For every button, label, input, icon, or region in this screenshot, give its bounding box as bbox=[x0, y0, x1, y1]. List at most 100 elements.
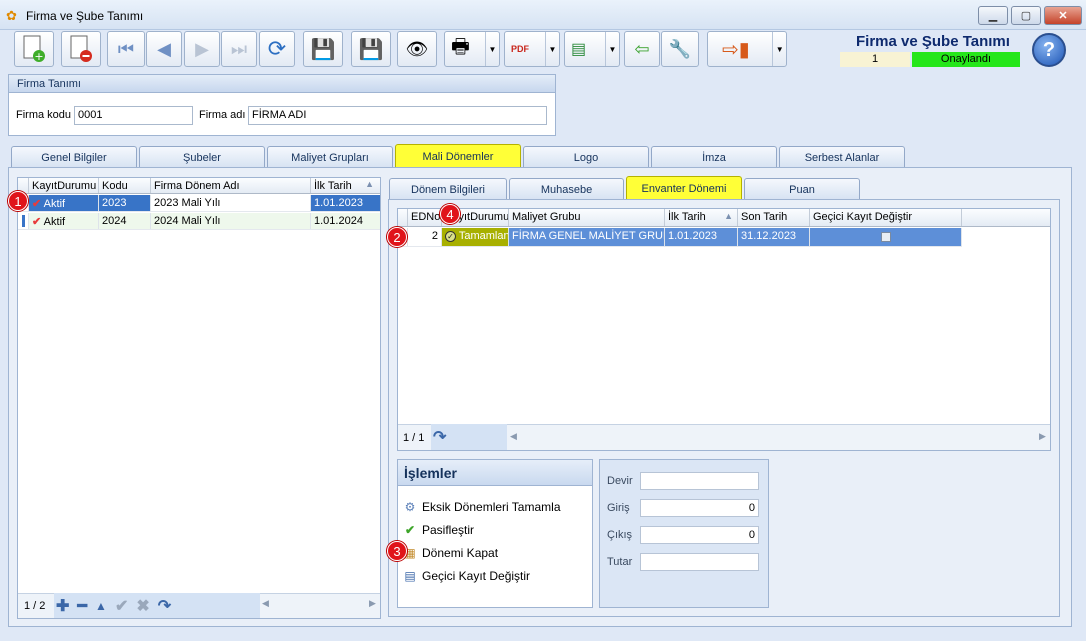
cell-text: Aktif bbox=[43, 198, 66, 210]
col-maliyet-grubu[interactable]: Maliyet Grubu bbox=[509, 209, 665, 226]
last-record-button[interactable]: ⏭ bbox=[221, 31, 257, 67]
tab-imza[interactable]: İmza bbox=[651, 146, 777, 168]
first-record-button[interactable]: ⏮ bbox=[107, 31, 145, 67]
exit-button[interactable]: ⇨▮ ▼ bbox=[707, 31, 787, 67]
chevron-down-icon[interactable]: ▼ bbox=[545, 32, 559, 66]
col-ilk-tarih-label: İlk Tarih bbox=[668, 211, 706, 223]
tutar-field[interactable] bbox=[640, 553, 759, 571]
firma-kodu-field[interactable]: 0001 bbox=[74, 106, 193, 125]
annotation-badge: 2 bbox=[387, 227, 407, 247]
eksik-donemleri-tamamla-action[interactable]: ⚙ Eksik Dönemleri Tamamla bbox=[403, 500, 561, 514]
firma-adi-field[interactable]: FİRMA ADI bbox=[248, 106, 547, 125]
indicator-column bbox=[398, 209, 408, 226]
add-row-icon[interactable]: ✚ bbox=[56, 596, 69, 616]
left-pager: 1 / 2 bbox=[24, 600, 46, 612]
col-kodu[interactable]: Kodu bbox=[99, 178, 151, 193]
printer-icon: 🖶 bbox=[451, 36, 470, 58]
chevron-down-icon[interactable]: ▼ bbox=[605, 32, 619, 66]
tab-mali-donemler[interactable]: Mali Dönemler bbox=[395, 144, 521, 168]
col-edno[interactable]: EDNo bbox=[408, 209, 442, 226]
export-excel-button[interactable]: ▤ ▼ bbox=[564, 31, 620, 67]
form-title: Firma ve Şube Tanımı bbox=[856, 33, 1010, 50]
confirm-icon[interactable]: ✔ bbox=[115, 596, 128, 616]
col-ilk-tarih[interactable]: İlk Tarih ▲ bbox=[665, 209, 738, 226]
subtab-muhasebe[interactable]: Muhasebe bbox=[509, 178, 624, 200]
tab-genel-bilgiler[interactable]: Genel Bilgiler bbox=[11, 146, 137, 168]
eye-icon: 👁 bbox=[405, 38, 429, 59]
import-button[interactable]: ⇦ bbox=[624, 31, 660, 67]
subtab-donem-bilgileri[interactable]: Dönem Bilgileri bbox=[389, 178, 507, 200]
tab-logo[interactable]: Logo bbox=[523, 146, 649, 168]
redo-icon: ↷ bbox=[433, 429, 447, 446]
complete-periods-icon: ⚙ bbox=[404, 500, 416, 514]
islemler-title: İşlemler bbox=[398, 460, 592, 486]
col-gecici-kayit[interactable]: Geçici Kayıt Değiştir bbox=[810, 209, 962, 226]
refresh-button[interactable]: ⟳ bbox=[259, 31, 295, 67]
cancel-edit-icon[interactable]: ✖ bbox=[136, 596, 149, 616]
scroll-right-icon[interactable]: ▶ bbox=[369, 598, 376, 609]
firma-kodu-label: Firma kodu bbox=[16, 109, 72, 121]
giris-field[interactable]: 0 bbox=[640, 499, 759, 517]
redo-icon[interactable]: ↷ bbox=[158, 596, 171, 616]
butterfly-app-icon: ✿ bbox=[6, 8, 17, 23]
chevron-down-icon[interactable]: ▼ bbox=[772, 32, 786, 66]
action-label: Geçici Kayıt Değiştir bbox=[422, 569, 531, 583]
devir-field[interactable] bbox=[640, 472, 759, 490]
col-firma-donem-adi[interactable]: Firma Dönem Adı bbox=[151, 178, 311, 193]
print-button[interactable]: 🖶 ▼ bbox=[444, 31, 500, 67]
maximize-button[interactable]: ▢ bbox=[1011, 6, 1041, 25]
exit-door-icon: ⇨▮ bbox=[722, 38, 750, 61]
import-arrow-icon: ⇦ bbox=[634, 38, 650, 59]
preview-button[interactable]: 👁 bbox=[397, 31, 437, 67]
table-cell: 1.01.2023 bbox=[665, 228, 738, 246]
subtab-puan[interactable]: Puan bbox=[744, 178, 860, 200]
firma-adi-label: Firma adı bbox=[199, 109, 246, 121]
export-pdf-button[interactable]: PDF ▼ bbox=[504, 31, 560, 67]
donemi-kapat-action[interactable]: ▦ Dönemi Kapat bbox=[403, 546, 498, 560]
save-button[interactable]: 💾 bbox=[303, 31, 343, 67]
tools-button[interactable]: 🔧 bbox=[661, 31, 699, 67]
firma-group: Firma Tanımı bbox=[8, 74, 556, 136]
record-number: 1 bbox=[840, 52, 910, 67]
new-record-button[interactable]: + bbox=[14, 31, 54, 67]
table-row[interactable]: 2 ✓ Tamamlan FİRMA GENEL MALİYET GRUBU 1… bbox=[398, 228, 962, 247]
table-row[interactable]: ✔ Aktif 2024 2024 Mali Yılı 1.01.2024 bbox=[18, 213, 380, 230]
help-button[interactable]: ? bbox=[1032, 33, 1066, 67]
checkbox-icon[interactable] bbox=[880, 232, 891, 242]
chevron-down-icon[interactable]: ▼ bbox=[485, 32, 499, 66]
next-record-button[interactable]: ▶ bbox=[184, 31, 220, 67]
move-up-icon[interactable]: ▲ bbox=[95, 599, 107, 613]
sort-ascending-icon: ▲ bbox=[724, 211, 733, 221]
previous-record-button[interactable]: ◀ bbox=[146, 31, 182, 67]
scroll-right-icon[interactable]: ▶ bbox=[1039, 431, 1046, 442]
table-row[interactable]: ✔ Aktif 2023 2023 Mali Yılı 1.01.2023 bbox=[18, 195, 380, 212]
close-button[interactable]: ✕ bbox=[1044, 6, 1082, 25]
excel-export-icon: ▤ bbox=[571, 41, 587, 58]
subtab-envanter-donemi[interactable]: Envanter Dönemi bbox=[626, 176, 742, 200]
annotation-badge: 4 bbox=[440, 204, 460, 224]
table-cell bbox=[810, 228, 962, 246]
table-cell: 31.12.2023 bbox=[738, 228, 810, 246]
first-icon: ⏮ bbox=[117, 38, 135, 59]
minimize-button[interactable]: ▁ bbox=[978, 6, 1008, 25]
scroll-left-icon[interactable]: ◀ bbox=[262, 598, 269, 609]
gecici-kayit-degistir-action[interactable]: ▤ Geçici Kayıt Değiştir bbox=[403, 569, 530, 583]
tab-serbest-alanlar[interactable]: Serbest Alanlar bbox=[779, 146, 905, 168]
scroll-left-icon[interactable]: ◀ bbox=[510, 431, 517, 442]
pasiflestir-action[interactable]: ✔ Pasifleştir bbox=[403, 523, 474, 537]
sort-ascending-icon: ▲ bbox=[365, 179, 374, 189]
col-son-tarih[interactable]: Son Tarih bbox=[738, 209, 810, 226]
tab-maliyet-gruplari[interactable]: Maliyet Grupları bbox=[267, 146, 393, 168]
cikis-field[interactable]: 0 bbox=[640, 526, 759, 544]
col-ilk-tarih[interactable]: İlk Tarih ▲ bbox=[311, 178, 380, 193]
tab-subeler[interactable]: Şubeler bbox=[139, 146, 265, 168]
table-cell: ✓ Tamamlan bbox=[442, 228, 509, 246]
delete-record-button[interactable] bbox=[61, 31, 101, 67]
redo-button[interactable]: ↷ bbox=[431, 424, 507, 450]
col-kayitdurumu[interactable]: KayıtDurumu bbox=[29, 178, 99, 193]
remove-row-icon[interactable]: ━ bbox=[77, 596, 87, 616]
table-cell: 2024 Mali Yılı bbox=[151, 213, 311, 229]
save-cancel-button[interactable]: 💾 bbox=[351, 31, 391, 67]
giris-label: Giriş bbox=[607, 502, 630, 514]
row-indicator bbox=[18, 213, 29, 229]
